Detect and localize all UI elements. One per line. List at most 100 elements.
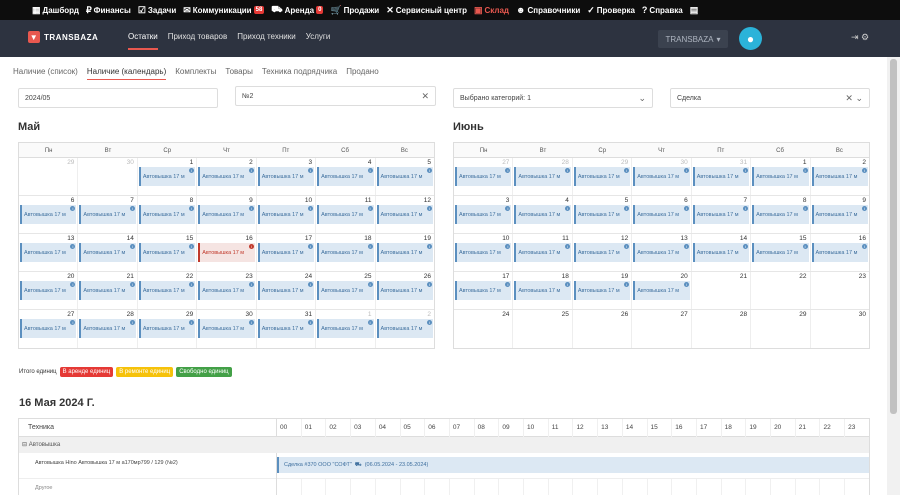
calendar-day[interactable]: 7 Автовышка 17 мi	[691, 196, 752, 233]
calendar-day[interactable]: 6 Автовышка 17 мi	[632, 196, 692, 233]
calendar-day[interactable]: 6 Автовышка 17 мi	[19, 196, 79, 233]
info-icon[interactable]: i	[367, 282, 373, 287]
calendar-day[interactable]: 26 Автовышка 17 мi	[375, 272, 434, 309]
info-icon[interactable]: i	[308, 244, 314, 249]
topnav-item-directories[interactable]: ☻ Справочники	[516, 5, 580, 15]
calendar-event[interactable]: Автовышка 17 мi	[20, 281, 77, 300]
info-icon[interactable]: i	[683, 206, 689, 211]
calendar-day[interactable]: 8 Автовышка 17 м i	[137, 196, 198, 233]
calendar-day[interactable]: 23 Автовышка 17 мi	[197, 272, 257, 309]
info-icon[interactable]: i	[189, 206, 195, 211]
info-icon[interactable]: i	[129, 244, 135, 249]
calendar-day[interactable]: 11 Автовышка 17 мi	[513, 234, 573, 271]
info-icon[interactable]: i	[70, 320, 76, 325]
calendar-event[interactable]: Автовышка 17 мi	[752, 243, 809, 262]
calendar-event[interactable]: Автовышка 17 мi	[79, 319, 136, 338]
info-icon[interactable]: i	[308, 168, 314, 173]
calendar-day[interactable]: 9 Автовышка 17 мi	[197, 196, 257, 233]
calendar-event[interactable]: Автовышка 17 мi	[257, 243, 315, 262]
calendar-event[interactable]: Автовышка 17 мi	[317, 319, 374, 338]
info-icon[interactable]: i	[861, 244, 867, 249]
calendar-event[interactable]: Автовышка 17 мi	[633, 281, 690, 300]
info-icon[interactable]: i	[129, 320, 135, 325]
info-icon[interactable]: i	[683, 282, 689, 287]
tab-1[interactable]: Приход товаров	[168, 32, 228, 48]
timeline-deal-bar[interactable]: Сделка #370 ООО "СОФТ" ⛟ (06.05.2024 - 2…	[277, 457, 869, 473]
info-icon[interactable]: i	[802, 206, 808, 211]
info-icon[interactable]: i	[248, 206, 254, 211]
calendar-day[interactable]: 1 Автовышка 17 м i	[751, 158, 811, 195]
tab-0[interactable]: Остатки	[128, 32, 158, 50]
info-icon[interactable]: i	[564, 206, 570, 211]
info-icon[interactable]: i	[505, 244, 511, 249]
collapse-icon[interactable]: ⊟	[22, 442, 27, 448]
calendar-event[interactable]: Автовышка 17 мi	[317, 205, 374, 224]
clear-icon[interactable]: ✕	[421, 91, 429, 102]
calendar-event[interactable]: Автовышка 17 мi	[20, 205, 77, 224]
user-avatar[interactable]: ●	[739, 27, 762, 50]
deal-select[interactable]: Сделка ✕ ⌄	[670, 88, 870, 108]
calendar-event[interactable]: Автовышка 17 мi	[257, 281, 315, 300]
calendar-day[interactable]: 15 Автовышка 17 м i	[751, 234, 811, 271]
calendar-event[interactable]: Автовышка 17 мi	[376, 319, 433, 338]
calendar-event[interactable]: Автовышка 17 мi	[752, 167, 809, 186]
info-icon[interactable]: i	[189, 244, 195, 249]
info-icon[interactable]: i	[248, 168, 254, 173]
info-icon[interactable]: i	[802, 244, 808, 249]
calendar-day[interactable]: 9 Автовышка 17 мi	[810, 196, 869, 233]
calendar-day[interactable]: 2 Автовышка 17 мi	[375, 310, 434, 348]
info-icon[interactable]: i	[861, 168, 867, 173]
calendar-event[interactable]: Автовышка 17 мi	[514, 281, 571, 300]
calendar-event[interactable]: Автовышка 17 мi	[514, 243, 571, 262]
calendar-event[interactable]: Автовышка 17 мi	[514, 205, 571, 224]
topnav-item-dashboard[interactable]: ▦ Дашборд	[32, 5, 79, 16]
calendar-event[interactable]: Автовышка 17 мi	[138, 281, 196, 300]
topnav-item-warehouse[interactable]: ▣ Склад	[474, 5, 509, 16]
subtab-1[interactable]: Наличие (календарь)	[86, 67, 167, 80]
calendar-event[interactable]: Автовышка 17 мi	[20, 243, 77, 262]
calendar-event[interactable]: Автовышка 17 мi	[455, 205, 512, 224]
tab-2[interactable]: Приход техники	[237, 32, 295, 48]
logout-icon[interactable]: ⇥	[851, 32, 859, 43]
calendar-event[interactable]: Автовышка 17 мi	[317, 243, 374, 262]
calendar-day[interactable]: 12 Автовышка 17 мi	[572, 234, 633, 271]
calendar-day[interactable]: 17 Автовышка 17 м i	[256, 234, 317, 271]
info-icon[interactable]: i	[308, 282, 314, 287]
calendar-day[interactable]: 12 Автовышка 17 мi	[375, 196, 434, 233]
topnav-item-service[interactable]: ✕ Сервисный центр	[386, 5, 467, 16]
gear-icon[interactable]: ⚙	[861, 32, 869, 43]
info-icon[interactable]: i	[70, 206, 76, 211]
subtab-5[interactable]: Продано	[346, 67, 378, 80]
info-icon[interactable]: i	[505, 206, 511, 211]
calendar-day[interactable]: 10 Автовышка 17 м i	[256, 196, 317, 233]
calendar-event[interactable]: Автовышка 17 мi	[317, 167, 374, 186]
tab-3[interactable]: Услуги	[306, 32, 331, 48]
subtab-2[interactable]: Комплекты	[175, 67, 216, 80]
info-icon[interactable]: i	[683, 244, 689, 249]
topnav-item-help[interactable]: ? Справка	[642, 5, 683, 15]
calendar-day[interactable]: 3 Автовышка 17 м i	[454, 196, 514, 233]
calendar-day[interactable]: 16 Автовышка 17 мi	[197, 234, 257, 271]
info-icon[interactable]: i	[70, 244, 76, 249]
info-icon[interactable]: i	[564, 244, 570, 249]
calendar-day[interactable]: 27 Автовышка 17 м i	[19, 310, 79, 348]
calendar-day[interactable]: 7 Автовышка 17 мi	[78, 196, 138, 233]
calendar-event[interactable]: Автовышка 17 мi	[633, 205, 690, 224]
calendar-day[interactable]: 13 Автовышка 17 мi	[632, 234, 692, 271]
calendar-day[interactable]: 28 Автовышка 17 мi	[78, 310, 138, 348]
calendar-day[interactable]: 30	[810, 310, 869, 348]
calendar-day[interactable]: 26	[572, 310, 633, 348]
info-icon[interactable]: i	[367, 168, 373, 173]
calendar-day[interactable]: 2 Автовышка 17 мi	[810, 158, 869, 195]
calendar-day[interactable]: 13 Автовышка 17 мi	[19, 234, 79, 271]
page-scrollbar[interactable]	[887, 57, 900, 495]
calendar-day[interactable]: 15 Автовышка 17 м i	[137, 234, 198, 271]
topnav-item-tasks[interactable]: ☑ Задачи	[138, 5, 176, 16]
calendar-event[interactable]: Автовышка 17 мi	[138, 205, 196, 224]
calendar-day[interactable]: 22 Автовышка 17 м i	[137, 272, 198, 309]
info-icon[interactable]: i	[367, 206, 373, 211]
info-icon[interactable]: i	[564, 168, 570, 173]
info-icon[interactable]: i	[70, 282, 76, 287]
calendar-event[interactable]: Автовышка 17 мi	[692, 243, 750, 262]
calendar-day[interactable]: 24 Автовышка 17 м i	[256, 272, 317, 309]
